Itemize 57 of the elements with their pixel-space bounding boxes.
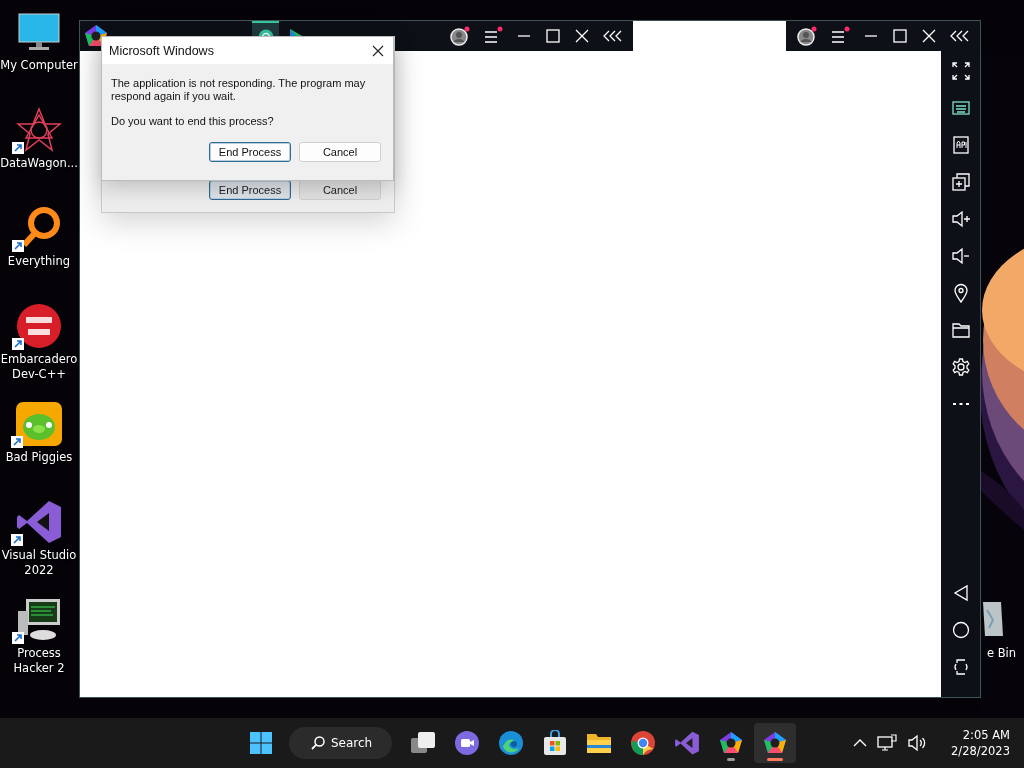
cancel-button[interactable]: Cancel [299, 180, 381, 200]
clock-time[interactable]: 2:05 AM [962, 727, 1010, 743]
search-field[interactable]: Search [289, 727, 393, 759]
search-icon [311, 736, 325, 750]
computer-screen-icon [16, 597, 62, 643]
clock-date[interactable]: 2/28/2023 [951, 743, 1010, 759]
network-icon[interactable] [877, 734, 898, 752]
account-icon[interactable] [450, 26, 470, 46]
monitor-icon [17, 12, 61, 52]
recycle-bin-label[interactable]: e Bin [987, 646, 1017, 660]
chevron-up-icon[interactable] [853, 738, 868, 748]
shopping-bag-icon[interactable] [543, 730, 568, 756]
collapse-icon[interactable] [603, 29, 623, 43]
desktop-icon-label[interactable]: My Computer [0, 58, 78, 73]
browser-logo-icon[interactable] [630, 730, 657, 756]
volume-icon[interactable] [907, 734, 928, 752]
desktop-icon-label[interactable]: DataWagon... [0, 156, 78, 171]
folder-icon[interactable] [586, 731, 613, 755]
maximize-icon[interactable] [892, 28, 908, 44]
maximize-icon[interactable] [545, 28, 561, 44]
desktop-icon-label[interactable]: Process Hacker 2 [0, 646, 78, 676]
close-icon[interactable] [372, 44, 384, 57]
home-circle-icon[interactable] [950, 620, 971, 640]
dialog-message: The application is not responding. The program may respond again if you wait. [111, 77, 367, 103]
task-view-icon[interactable] [410, 731, 437, 755]
desktop-icon-label[interactable]: Embarcadero Dev-C++ [0, 352, 78, 382]
menu-icon[interactable] [830, 26, 850, 46]
wave-logo-icon[interactable] [498, 730, 525, 756]
ribbon-logo-icon [15, 499, 63, 545]
end-process-button[interactable]: End Process [209, 180, 291, 200]
video-chat-icon[interactable] [454, 730, 481, 756]
desktop-icon-label[interactable]: Everything [0, 254, 78, 269]
apk-file-icon[interactable] [950, 135, 971, 155]
collapse-icon[interactable] [950, 29, 970, 43]
add-window-icon[interactable] [950, 172, 971, 192]
pig-icon [15, 401, 63, 447]
keyboard-icon[interactable] [950, 98, 971, 118]
cancel-button[interactable]: Cancel [299, 142, 381, 162]
desktop-icon-label[interactable]: Visual Studio 2022 [0, 548, 78, 578]
pentagon-logo-icon [719, 731, 744, 755]
expand-icon[interactable] [950, 61, 971, 81]
badge-logo-icon [16, 303, 62, 349]
desktop-icon-label[interactable]: Bad Piggies [0, 450, 78, 465]
settings-icon[interactable] [950, 357, 971, 377]
volume-down-icon[interactable] [950, 246, 971, 266]
menu-icon[interactable] [483, 26, 503, 46]
volume-up-icon[interactable] [950, 209, 971, 229]
folder-icon[interactable] [950, 320, 971, 340]
end-process-button[interactable]: End Process [209, 142, 291, 162]
ribbon-logo-icon[interactable] [674, 730, 701, 756]
star-pattern-icon [16, 107, 62, 153]
dialog-title: Microsoft Windows [109, 43, 214, 58]
account-icon[interactable] [797, 26, 817, 46]
dialog-message: Do you want to end this process? [111, 115, 275, 128]
taskbar-app[interactable] [754, 723, 797, 763]
start-icon[interactable] [249, 731, 273, 755]
pentagon-logo-icon [763, 731, 788, 755]
